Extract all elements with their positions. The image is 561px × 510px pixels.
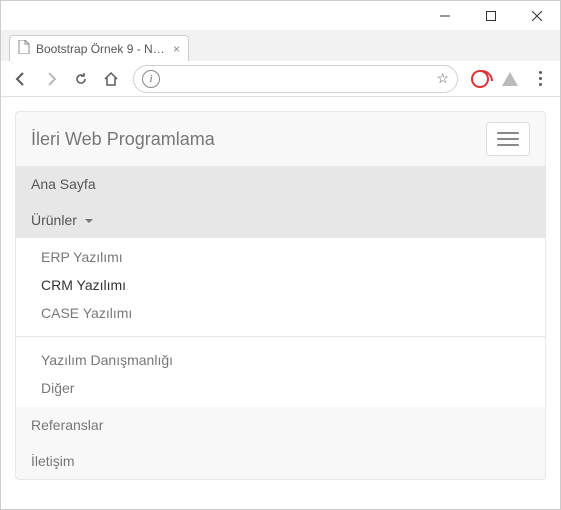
browser-toolbar: i ☆	[1, 61, 560, 97]
nav-link-contact[interactable]: İletişim	[16, 443, 545, 479]
nav-link-products-label: Ürünler	[31, 212, 77, 228]
hamburger-icon	[497, 144, 519, 146]
browser-menu-button[interactable]	[526, 65, 554, 93]
dropdown-item-crm[interactable]: CRM Yazılımı	[16, 271, 545, 299]
navbar-brand[interactable]: İleri Web Programlama	[31, 129, 215, 150]
bookmark-star-icon[interactable]: ☆	[436, 70, 449, 87]
navbar: İleri Web Programlama Ana Sayfa Ürünler	[15, 111, 546, 480]
forward-button[interactable]	[37, 65, 65, 93]
nav-item-home[interactable]: Ana Sayfa	[16, 166, 545, 202]
tab-strip: Bootstrap Örnek 9 - Nav ×	[1, 31, 560, 61]
nav-item-contact[interactable]: İletişim	[16, 443, 545, 479]
tab-close-icon[interactable]: ×	[173, 42, 180, 56]
nav-item-products[interactable]: Ürünler ERP Yazılımı CRM Yazılımı CASE Y…	[16, 202, 545, 407]
navbar-toggle-button[interactable]	[486, 122, 530, 156]
tab-title: Bootstrap Örnek 9 - Nav	[36, 42, 165, 56]
caret-down-icon	[85, 219, 93, 223]
dropdown-link-consulting[interactable]: Yazılım Danışmanlığı	[16, 346, 545, 374]
file-icon	[18, 40, 30, 57]
page-content: İleri Web Programlama Ana Sayfa Ürünler	[1, 97, 560, 509]
dropdown-link-erp[interactable]: ERP Yazılımı	[16, 243, 545, 271]
home-button[interactable]	[97, 65, 125, 93]
nav-link-products[interactable]: Ürünler	[16, 202, 545, 238]
hamburger-icon	[497, 132, 519, 134]
navbar-header: İleri Web Programlama	[16, 112, 545, 166]
dropdown-item-consulting[interactable]: Yazılım Danışmanlığı	[16, 346, 545, 374]
window-titlebar	[1, 1, 560, 31]
hamburger-icon	[497, 138, 519, 140]
dropdown-item-erp[interactable]: ERP Yazılımı	[16, 243, 545, 271]
site-info-icon[interactable]: i	[142, 70, 160, 88]
window-close-button[interactable]	[514, 1, 560, 31]
dropdown-link-case[interactable]: CASE Yazılımı	[16, 299, 545, 327]
nav-list: Ana Sayfa Ürünler ERP Yazılımı CRM Yazıl…	[16, 166, 545, 479]
window-maximize-button[interactable]	[468, 1, 514, 31]
extension-opera-icon[interactable]	[466, 65, 494, 93]
dropdown-item-case[interactable]: CASE Yazılımı	[16, 299, 545, 327]
url-input[interactable]	[166, 71, 436, 86]
reload-button[interactable]	[67, 65, 95, 93]
dropdown-item-other[interactable]: Diğer	[16, 374, 545, 402]
dropdown-divider	[16, 336, 545, 337]
nav-link-references[interactable]: Referanslar	[16, 407, 545, 443]
dropdown-products: ERP Yazılımı CRM Yazılımı CASE Yazılımı …	[16, 238, 545, 407]
back-button[interactable]	[7, 65, 35, 93]
dropdown-link-other[interactable]: Diğer	[16, 374, 545, 402]
extension-drive-icon[interactable]	[496, 65, 524, 93]
browser-tab[interactable]: Bootstrap Örnek 9 - Nav ×	[9, 35, 189, 61]
address-bar[interactable]: i ☆	[133, 65, 458, 93]
browser-window: Bootstrap Örnek 9 - Nav × i ☆ İ	[0, 0, 561, 510]
nav-item-references[interactable]: Referanslar	[16, 407, 545, 443]
window-minimize-button[interactable]	[422, 1, 468, 31]
dropdown-link-crm[interactable]: CRM Yazılımı	[16, 271, 545, 299]
nav-link-home[interactable]: Ana Sayfa	[16, 166, 545, 202]
